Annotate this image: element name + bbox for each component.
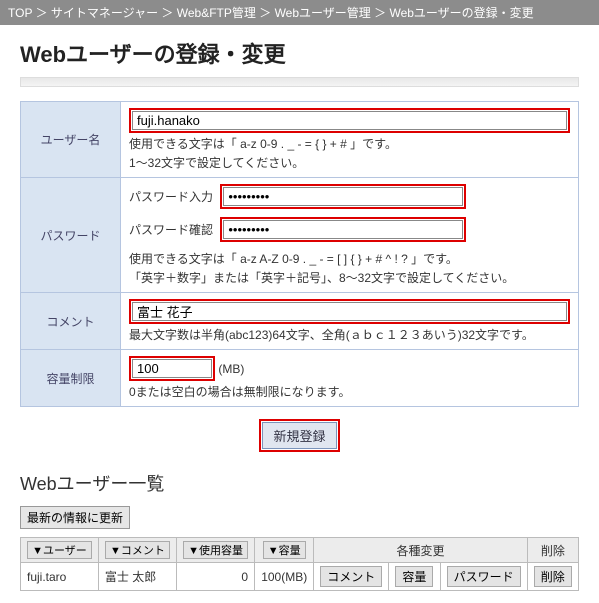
password-confirm-label: パスワード確認 [129, 221, 217, 238]
breadcrumb-item[interactable]: TOP [8, 6, 32, 20]
password-input-label: パスワード入力 [129, 188, 217, 205]
submit-button[interactable]: 新規登録 [262, 422, 336, 449]
limit-unit: (MB) [218, 362, 244, 376]
list-heading: Webユーザー一覧 [20, 470, 579, 496]
username-hint2: 1～32文字で設定してください。 [129, 154, 570, 171]
username-input[interactable] [132, 111, 567, 130]
breadcrumb: TOP ＞ サイトマネージャー ＞ Web&FTP管理 ＞ Webユーザー管理 … [0, 0, 599, 25]
limit-label: 容量制限 [21, 350, 121, 407]
password-hint2: 「英字＋数字」または「英字＋記号」、8～32文字で設定してください。 [129, 269, 570, 286]
register-form: ユーザー名 使用できる文字は「 a-z 0-9 . _ - = { } + # … [20, 101, 579, 407]
row-cap-button[interactable]: 容量 [395, 566, 433, 587]
sort-used-button[interactable]: ▼使用容量 [183, 541, 248, 559]
row-delete-button[interactable]: 削除 [534, 566, 572, 587]
refresh-button[interactable]: 最新の情報に更新 [20, 506, 130, 529]
comment-hint: 最大文字数は半角(abc123)64文字、全角(ａｂｃ１２３あいう)32文字です… [129, 326, 570, 343]
comment-label: コメント [21, 293, 121, 350]
password-label: パスワード [21, 178, 121, 293]
row-comment-button[interactable]: コメント [320, 566, 382, 587]
title-divider [20, 77, 579, 87]
breadcrumb-item: Webユーザーの登録・変更 [389, 6, 533, 20]
password-input[interactable] [223, 187, 463, 206]
sort-cap-button[interactable]: ▼容量 [263, 541, 306, 559]
breadcrumb-item[interactable]: Web&FTP管理 [177, 6, 256, 20]
limit-input[interactable] [132, 359, 212, 378]
username-label: ユーザー名 [21, 102, 121, 178]
password-hint: 使用できる文字は「 a-z A-Z 0-9 . _ - = [ ] { } + … [129, 250, 570, 267]
breadcrumb-item[interactable]: Webユーザー管理 [275, 6, 371, 20]
password-confirm-input[interactable] [223, 220, 463, 239]
limit-hint: 0または空白の場合は無制限になります。 [129, 383, 570, 400]
col-changes: 各種変更 [314, 538, 528, 563]
table-header-row: ▼ユーザー ▼コメント ▼使用容量 ▼容量 各種変更 削除 [21, 538, 579, 563]
breadcrumb-item[interactable]: サイトマネージャー [51, 6, 158, 20]
username-hint: 使用できる文字は「 a-z 0-9 . _ - = { } + # 」です。 [129, 135, 570, 152]
sort-comment-button[interactable]: ▼コメント [105, 541, 170, 559]
comment-input[interactable] [132, 302, 567, 321]
user-list-table: ▼ユーザー ▼コメント ▼使用容量 ▼容量 各種変更 削除 fuji.taro … [20, 537, 579, 591]
row-password-button[interactable]: パスワード [447, 566, 521, 587]
page-title: Webユーザーの登録・変更 [20, 37, 579, 69]
col-delete: 削除 [527, 538, 578, 563]
sort-user-button[interactable]: ▼ユーザー [27, 541, 92, 559]
